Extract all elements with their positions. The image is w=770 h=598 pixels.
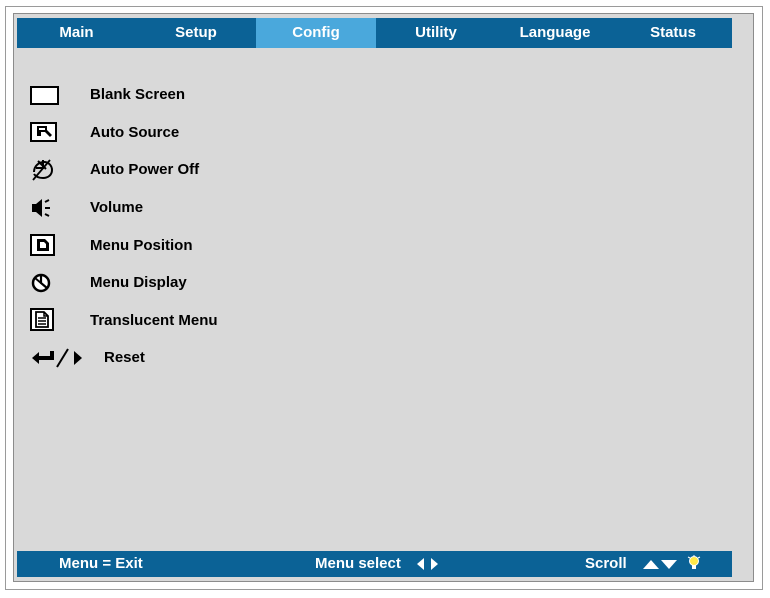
menu-item-label: Auto Power Off (90, 161, 200, 179)
left-right-arrows-icon (415, 557, 441, 571)
menu-exit-hint: Menu = Exit (59, 555, 143, 572)
lightbulb-icon (687, 555, 701, 573)
status-bar: Menu = Exit Menu select Scroll (17, 551, 732, 577)
blank-screen-icon (30, 82, 65, 108)
menu-item-label: Menu Position (90, 236, 193, 254)
menu-item-label: Volume (90, 199, 144, 217)
tab-language[interactable]: Language (496, 18, 614, 48)
menu-item-menu-display[interactable]: Menu Display (30, 264, 218, 302)
tab-main[interactable]: Main (17, 18, 136, 48)
scroll-hint: Scroll (585, 551, 701, 577)
menu-item-label: Auto Source (90, 123, 180, 141)
scroll-label: Scroll (585, 555, 627, 572)
up-down-arrows-icon (641, 557, 679, 571)
menu-item-label: Reset (104, 349, 145, 367)
menu-item-translucent-menu[interactable]: Translucent Menu (30, 302, 218, 340)
translucent-menu-icon (30, 307, 65, 333)
tab-config[interactable]: Config (256, 18, 376, 48)
menu-select-label: Menu select (315, 555, 401, 572)
menu-item-menu-position[interactable]: Menu Position (30, 226, 218, 264)
auto-power-off-icon (30, 157, 65, 183)
menu-item-auto-source[interactable]: Auto Source (30, 114, 218, 152)
menu-item-volume[interactable]: Volume (30, 189, 218, 227)
menu-position-icon (30, 232, 65, 258)
menu-display-icon (30, 270, 65, 296)
config-menu-list: Blank Screen Auto Source Auto Power Off (30, 76, 218, 377)
menu-item-label: Menu Display (90, 274, 187, 292)
menu-item-label: Translucent Menu (90, 311, 218, 329)
volume-icon (30, 195, 65, 221)
menu-item-reset[interactable]: Reset (30, 339, 218, 377)
menu-item-auto-power-off[interactable]: Auto Power Off (30, 151, 218, 189)
menu-item-label: Blank Screen (90, 86, 186, 104)
menu-item-blank-screen[interactable]: Blank Screen (30, 76, 218, 114)
tab-status[interactable]: Status (614, 18, 732, 48)
tab-bar: Main Setup Config Utility Language Statu… (17, 18, 732, 48)
tab-utility[interactable]: Utility (376, 18, 496, 48)
tab-setup[interactable]: Setup (136, 18, 256, 48)
auto-source-icon (30, 119, 65, 145)
menu-select-hint: Menu select (315, 551, 441, 577)
enter-right-icon (30, 345, 100, 371)
